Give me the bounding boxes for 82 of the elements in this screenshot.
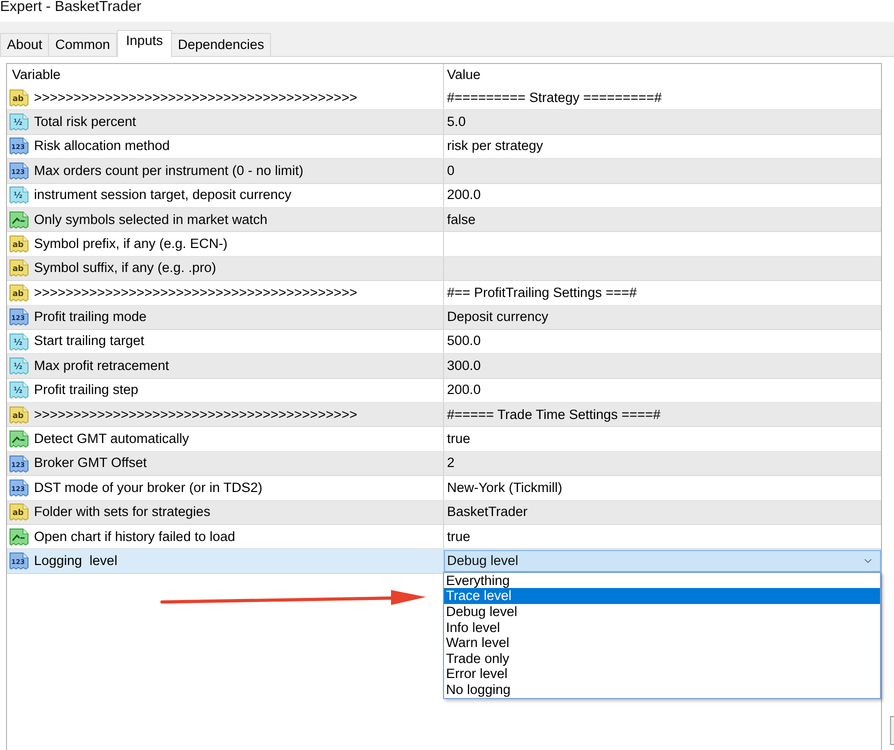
variable-name: Total risk percent xyxy=(34,112,136,131)
bool-type-icon xyxy=(9,210,29,229)
table-row[interactable]: ab >>>>>>>>>>>>>>>>>>>>>>>>>>>>>>>>>>>>>>>>> #========= Strategy =========# xyxy=(7,86,881,110)
dropdown-option[interactable]: Trade only xyxy=(444,650,880,666)
value-text: 5.0 xyxy=(447,112,466,131)
value-text: #== ProfitTrailing Settings ===# xyxy=(447,284,637,302)
text-type-icon: ab xyxy=(9,284,29,302)
dropdown-option[interactable]: Debug level xyxy=(444,604,880,620)
table-row[interactable]: ab Folder with sets for strategies BasketTrader xyxy=(7,500,881,526)
value-text: 0 xyxy=(447,162,455,180)
window-title: Expert - BasketTrader xyxy=(0,0,142,15)
value-text: 300.0 xyxy=(447,356,481,375)
dropdown-option[interactable]: Warn level xyxy=(444,635,880,651)
table-row[interactable]: ab Symbol prefix, if any (e.g. ECN-) xyxy=(7,232,881,257)
variable-name: >>>>>>>>>>>>>>>>>>>>>>>>>>>>>>>>>>>>>>>>> xyxy=(34,88,358,107)
column-header: Variable xyxy=(12,66,61,84)
table-row[interactable]: ab >>>>>>>>>>>>>>>>>>>>>>>>>>>>>>>>>>>>>>>>> #== ProfitTrailing Settings ===# xyxy=(7,281,881,306)
value-text: true xyxy=(447,528,470,546)
fraction-type-icon: ½ xyxy=(9,186,29,204)
bool-type-icon xyxy=(9,430,29,448)
column-header: Value xyxy=(447,66,481,84)
variable-name: Max profit retracement xyxy=(34,356,170,375)
table-row[interactable]: Open chart if history failed to load true xyxy=(7,525,881,550)
text-type-icon: ab xyxy=(9,235,29,254)
dropdown-option[interactable]: Trace level xyxy=(444,588,880,604)
table-row[interactable]: ab Symbol suffix, if any (e.g. .pro) xyxy=(7,256,881,282)
variable-name: Profit trailing step xyxy=(34,381,138,400)
value-text: New-York (Tickmill) xyxy=(447,478,562,497)
value-text: 200.0 xyxy=(447,186,481,204)
variable-name: >>>>>>>>>>>>>>>>>>>>>>>>>>>>>>>>>>>>>>>>> xyxy=(34,406,358,424)
scrollbar-thumb[interactable] xyxy=(890,716,894,745)
value-text: true xyxy=(447,430,470,448)
text-type-icon: ab xyxy=(9,406,29,424)
tab[interactable]: Dependencies xyxy=(170,33,272,56)
value-text: #===== Trade Time Settings ====# xyxy=(447,406,661,424)
table-row[interactable]: ½ Total risk percent 5.0 xyxy=(7,110,881,135)
value-text: false xyxy=(447,210,476,229)
table-row[interactable]: ½ Profit trailing step 200.0 xyxy=(7,378,881,404)
variable-name: Profit trailing mode xyxy=(34,308,147,326)
table-row[interactable]: Only symbols selected in market watch false xyxy=(7,208,881,232)
variable-name: >>>>>>>>>>>>>>>>>>>>>>>>>>>>>>>>>>>>>>>>> xyxy=(34,284,358,302)
fraction-type-icon: ½ xyxy=(9,356,29,375)
value-text: risk per strategy xyxy=(447,137,544,156)
dropdown-field[interactable]: Debug level xyxy=(444,550,881,572)
variable-name: Start trailing target xyxy=(34,332,144,350)
fraction-type-icon: ½ xyxy=(9,332,29,351)
bool-type-icon xyxy=(9,528,29,546)
tab[interactable]: Common xyxy=(48,33,118,56)
value-text: 500.0 xyxy=(447,332,481,350)
table-row[interactable]: ½ instrument session target, deposit currency 200.0 xyxy=(7,184,881,208)
variable-name: Symbol suffix, if any (e.g. .pro) xyxy=(34,259,216,278)
text-type-icon: ab xyxy=(9,259,29,278)
variable-name: Symbol prefix, if any (e.g. ECN-) xyxy=(34,234,228,253)
variable-name: Logging level xyxy=(34,552,118,570)
variable-name: Max orders count per instrument (0 - no limit) xyxy=(34,162,304,180)
value-text: 200.0 xyxy=(447,381,481,400)
variable-name: Folder with sets for strategies xyxy=(34,503,210,522)
variable-name: Risk allocation method xyxy=(34,137,170,156)
variable-name: Detect GMT automatically xyxy=(34,430,190,448)
variable-name: Only symbols selected in market watch xyxy=(34,210,268,229)
value-text: 2 xyxy=(447,454,455,472)
table-row[interactable]: ab >>>>>>>>>>>>>>>>>>>>>>>>>>>>>>>>>>>>>>>>> #===== Trade Time Settings ====# xyxy=(7,403,881,428)
variable-name: Broker GMT Offset xyxy=(34,454,147,472)
table-row[interactable]: ½ Start trailing target 500.0 xyxy=(7,330,881,354)
value-text: Deposit currency xyxy=(447,308,548,326)
dropdown-option[interactable]: Everything xyxy=(444,572,880,588)
variable-name: Open chart if history failed to load xyxy=(34,528,236,546)
table-row[interactable]: Detect GMT automatically true xyxy=(7,427,881,452)
dropdown-option[interactable]: Info level xyxy=(444,620,880,636)
tab[interactable]: Inputs xyxy=(117,30,172,57)
text-type-icon: ab xyxy=(9,88,29,107)
table-row[interactable]: ½ Max profit retracement 300.0 xyxy=(7,354,881,379)
fraction-type-icon: ½ xyxy=(9,113,29,132)
variable-name: DST mode of your broker (or in TDS2) xyxy=(34,478,262,497)
fraction-type-icon: ½ xyxy=(9,381,29,400)
value-text: #========= Strategy =========# xyxy=(447,88,662,107)
value-text: BasketTrader xyxy=(447,503,528,522)
variable-name: instrument session target, deposit currency xyxy=(34,186,292,204)
dropdown-option[interactable]: No logging xyxy=(444,682,880,698)
text-type-icon: ab xyxy=(9,503,29,522)
tab[interactable]: About xyxy=(0,33,50,56)
dropdown-option[interactable]: Error level xyxy=(444,666,880,682)
